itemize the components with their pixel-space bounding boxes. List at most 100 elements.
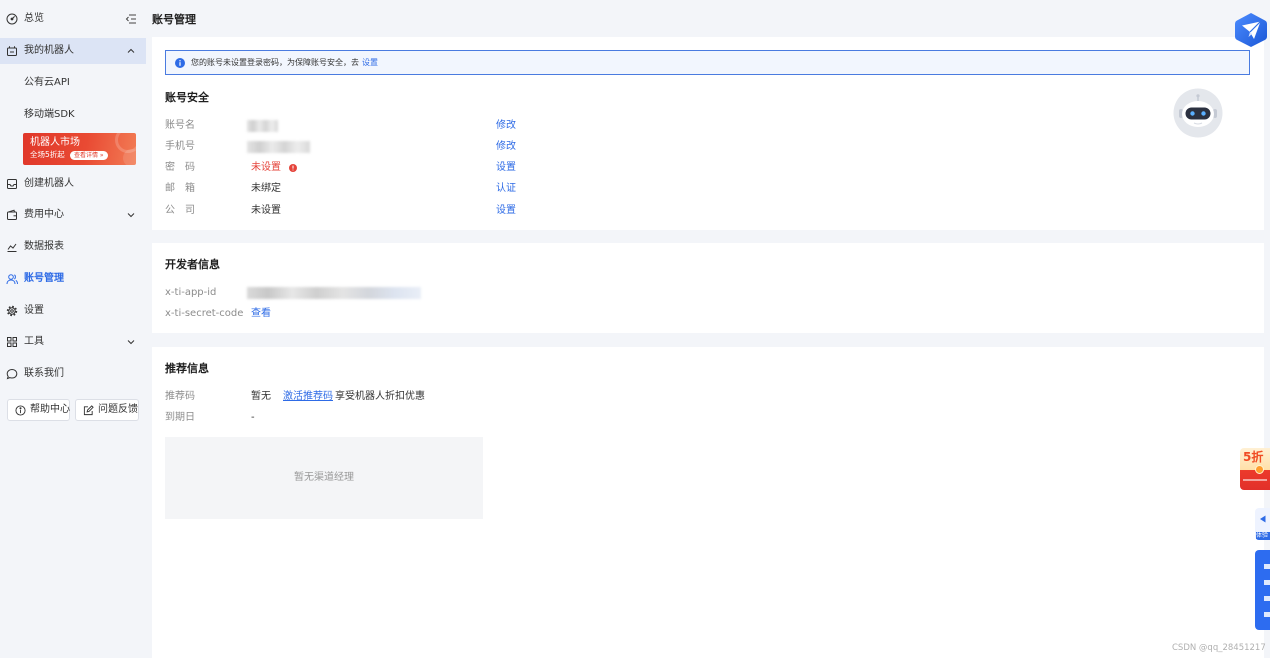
info-icon bbox=[175, 58, 185, 68]
field-label: x-ti-app-id bbox=[165, 287, 217, 298]
sidebar-subitem-mobile-sdk[interactable]: 移动端SDK bbox=[0, 102, 146, 128]
section-title: 开发者信息 bbox=[165, 258, 220, 271]
badge-decoration bbox=[1243, 479, 1267, 481]
phone-row: 手机号 修改 bbox=[165, 140, 765, 154]
menu-fold-icon[interactable] bbox=[125, 13, 137, 25]
section-title: 推荐信息 bbox=[165, 362, 209, 375]
help-center-button[interactable]: 帮助中心 bbox=[7, 399, 70, 421]
activate-referral-code-link[interactable]: 激活推荐码 bbox=[283, 390, 333, 404]
field-label: 账号名 bbox=[165, 120, 195, 131]
sidebar-item-reports[interactable]: 数据报表 bbox=[0, 234, 146, 260]
sidebar-item-label: 数据报表 bbox=[24, 241, 64, 252]
account-security-card: 您的账号未设置登录密码，为保障账号安全，去 设置 账号安全 账号名 修改 手机号 … bbox=[152, 37, 1264, 230]
alert-text: 您的账号未设置登录密码，为保障账号安全，去 bbox=[191, 58, 359, 67]
company-status: 未设置 bbox=[251, 205, 281, 216]
sidebar-item-label: 费用中心 bbox=[24, 209, 64, 220]
expiry-date-row: 到期日 - bbox=[165, 411, 765, 425]
sidebar-item-label: 移动端SDK bbox=[24, 109, 75, 120]
trial-tab-label: 体验 bbox=[1256, 532, 1270, 540]
edit-phone-link[interactable]: 修改 bbox=[496, 140, 516, 154]
secret-code-row: x-ti-secret-code 查看 bbox=[165, 307, 765, 321]
chart-icon bbox=[7, 243, 17, 252]
field-label: x-ti-secret-code bbox=[165, 308, 244, 319]
verify-email-link[interactable]: 认证 bbox=[496, 182, 516, 196]
banner-cta-button[interactable]: 查看详情 » bbox=[70, 151, 108, 160]
wallet-icon bbox=[7, 209, 17, 220]
chevron-down-icon bbox=[127, 340, 135, 345]
sidebar-item-my-robots[interactable]: 我的机器人 bbox=[0, 38, 146, 64]
trial-float-tab[interactable]: 体验 bbox=[1255, 508, 1270, 540]
coupon-icon bbox=[1255, 465, 1264, 474]
dashboard-icon bbox=[6, 13, 18, 25]
referral-code-row: 推荐码 暂无 激活推荐码 享受机器人折扣优惠 bbox=[165, 390, 765, 404]
field-label: 公 司 bbox=[165, 205, 195, 216]
password-row: 密 码 未设置 设置 bbox=[165, 161, 765, 175]
robot-icon bbox=[7, 46, 17, 56]
user-icon bbox=[6, 274, 18, 285]
field-label: 推荐码 bbox=[165, 391, 195, 402]
button-label: 问题反馈 bbox=[98, 404, 138, 415]
sidebar-item-label: 公有云API bbox=[24, 77, 70, 88]
sidebar-item-billing[interactable]: 费用中心 bbox=[0, 202, 146, 228]
grid-icon bbox=[7, 337, 17, 347]
referral-info-card: 推荐信息 推荐码 暂无 激活推荐码 享受机器人折扣优惠 到期日 - 暂无渠道经理 bbox=[152, 347, 1264, 658]
field-label: 到期日 bbox=[165, 412, 195, 423]
arrow-left-icon bbox=[1260, 515, 1266, 523]
email-row: 邮 箱 未绑定 认证 bbox=[165, 182, 765, 196]
field-label: 手机号 bbox=[165, 141, 195, 152]
sidebar-item-label: 总览 bbox=[24, 13, 44, 24]
discount-float-badge[interactable]: 5折 bbox=[1240, 448, 1270, 490]
edit-account-name-link[interactable]: 修改 bbox=[496, 119, 516, 133]
edit-icon bbox=[83, 405, 94, 416]
set-password-link[interactable]: 设置 bbox=[496, 161, 516, 175]
bird-logo-icon[interactable] bbox=[1234, 12, 1268, 48]
password-status: 未设置 bbox=[251, 162, 281, 173]
referral-code-value: 暂无 bbox=[251, 391, 271, 402]
button-label: 帮助中心 bbox=[30, 404, 70, 415]
channel-manager-empty-state: 暂无渠道经理 bbox=[165, 437, 483, 519]
password-warning-alert: 您的账号未设置登录密码，为保障账号安全，去 设置 bbox=[165, 50, 1250, 75]
sidebar-item-label: 联系我们 bbox=[24, 368, 64, 379]
masked-app-id bbox=[247, 287, 421, 299]
sidebar-item-label: 设置 bbox=[24, 305, 44, 316]
email-status: 未绑定 bbox=[251, 183, 281, 194]
warning-icon bbox=[289, 164, 297, 172]
watermark: CSDN @qq_28451217 bbox=[1172, 643, 1266, 653]
masked-account-name bbox=[247, 120, 278, 132]
inbox-icon bbox=[7, 179, 17, 189]
sidebar-item-contact-us[interactable]: 联系我们 bbox=[0, 361, 146, 387]
banner-title: 机器人市场 bbox=[30, 137, 80, 148]
sidebar-item-label: 创建机器人 bbox=[24, 178, 74, 189]
company-row: 公 司 未设置 设置 bbox=[165, 204, 765, 218]
expiry-date-value: - bbox=[251, 412, 255, 423]
view-secret-code-link[interactable]: 查看 bbox=[251, 307, 271, 321]
sidebar-item-settings[interactable]: 设置 bbox=[0, 298, 146, 324]
alert-set-password-link[interactable]: 设置 bbox=[362, 58, 378, 67]
masked-phone-number bbox=[247, 141, 310, 153]
gear-icon bbox=[6, 305, 18, 317]
set-company-link[interactable]: 设置 bbox=[496, 204, 516, 218]
chat-icon bbox=[6, 368, 18, 380]
section-title: 账号安全 bbox=[165, 91, 209, 104]
info-circle-icon bbox=[15, 405, 26, 416]
sidebar-subitem-public-cloud-api[interactable]: 公有云API bbox=[0, 70, 146, 96]
app-id-row: x-ti-app-id bbox=[165, 286, 765, 300]
referral-benefit-text: 享受机器人折扣优惠 bbox=[335, 391, 425, 402]
sidebar-item-label: 账号管理 bbox=[24, 273, 64, 284]
developer-info-card: 开发者信息 x-ti-app-id x-ti-secret-code 查看 bbox=[152, 243, 1264, 333]
field-label: 密 码 bbox=[165, 162, 195, 173]
page-title: 账号管理 bbox=[152, 13, 196, 26]
feedback-button[interactable]: 问题反馈 bbox=[75, 399, 139, 421]
robot-market-banner[interactable]: 机器人市场 全场5折起 查看详情 » bbox=[23, 133, 136, 165]
sidebar-item-tools[interactable]: 工具 bbox=[0, 329, 146, 355]
sidebar: 总览 我的机器人 公有云API 移动端SDK 机器人市场 全场5折起 查看详情 … bbox=[0, 0, 146, 658]
field-label: 邮 箱 bbox=[165, 183, 195, 194]
floating-service-panel[interactable] bbox=[1255, 550, 1270, 630]
account-name-row: 账号名 修改 bbox=[165, 119, 765, 133]
sidebar-item-create-robot[interactable]: 创建机器人 bbox=[0, 171, 146, 197]
sidebar-item-account-management[interactable]: 账号管理 bbox=[0, 266, 146, 292]
discount-label: 5折 bbox=[1243, 450, 1264, 464]
robot-avatar-icon[interactable] bbox=[1173, 88, 1223, 138]
sidebar-item-label: 我的机器人 bbox=[24, 45, 74, 56]
banner-subtitle: 全场5折起 bbox=[30, 150, 65, 159]
